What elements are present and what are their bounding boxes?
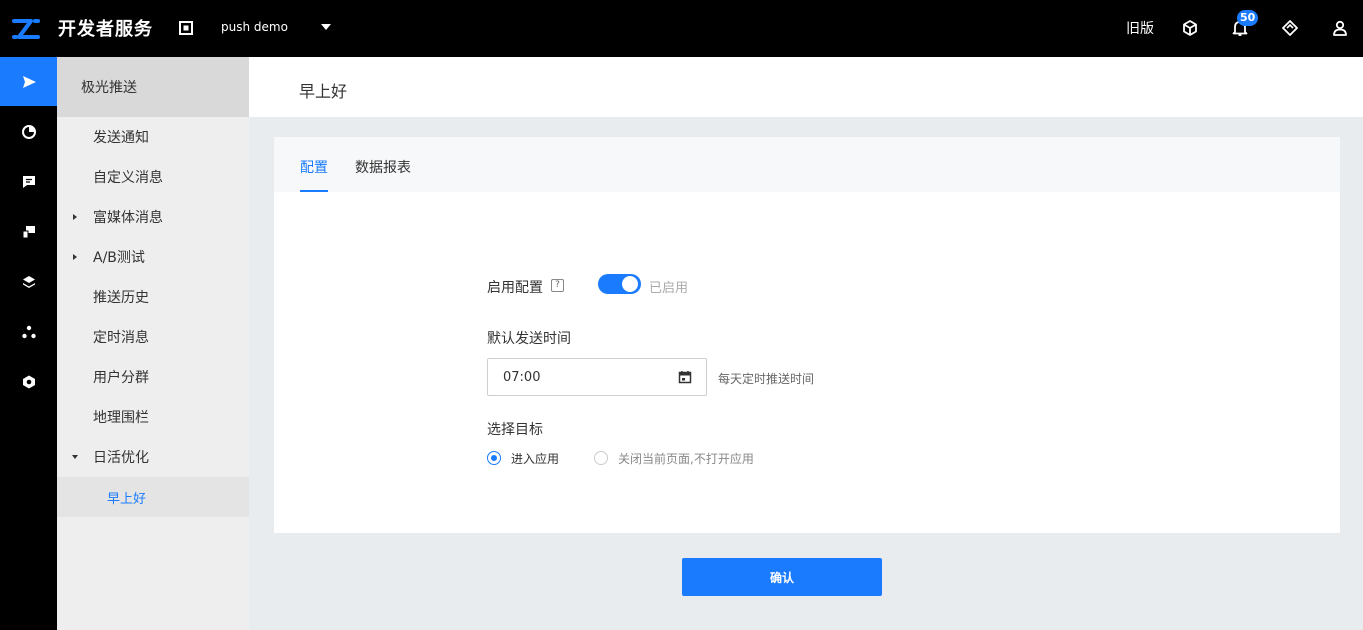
chevron-right-icon bbox=[73, 254, 77, 260]
nav-item-push-history[interactable]: 推送历史 bbox=[57, 277, 249, 317]
toggle-knob bbox=[622, 276, 638, 292]
tab-config[interactable]: 配置 bbox=[300, 157, 328, 177]
config-card: 配置 数据报表 启用配置 ? 已启用 默认发送时间 07:00 每天定时推送时间… bbox=[274, 137, 1340, 533]
radio-close-page[interactable] bbox=[594, 451, 608, 465]
page-header: 早上好 bbox=[249, 57, 1363, 117]
nav-item-custom-message[interactable]: 自定义消息 bbox=[57, 157, 249, 197]
radio-open-app[interactable] bbox=[487, 451, 501, 465]
message-icon bbox=[22, 175, 35, 188]
hexagon-settings-icon bbox=[22, 375, 35, 388]
nav-item-label: 日活优化 bbox=[93, 450, 149, 466]
send-time-value: 07:00 bbox=[503, 370, 541, 385]
nav-item-label: 自定义消息 bbox=[93, 170, 163, 186]
help-icon[interactable]: ? bbox=[551, 279, 564, 292]
chevron-down-icon bbox=[72, 455, 78, 459]
app-selector-label[interactable]: push demo bbox=[221, 20, 288, 34]
nav-item-label: 用户分群 bbox=[93, 370, 149, 386]
chart-pie-icon bbox=[21, 124, 36, 139]
nav-item-geofence[interactable]: 地理围栏 bbox=[57, 397, 249, 437]
nav-item-label: 早上好 bbox=[107, 491, 147, 507]
nav-item-ab-test[interactable]: A/B测试 bbox=[57, 237, 249, 277]
rail-item-push[interactable] bbox=[0, 57, 57, 106]
chevron-down-icon[interactable] bbox=[321, 23, 331, 31]
layers-icon bbox=[22, 275, 35, 288]
sub-navigation: 极光推送 发送通知 自定义消息 富媒体消息 A/B测试 推送历史 定时消息 用户… bbox=[57, 57, 249, 630]
nav-item-label: 地理围栏 bbox=[93, 410, 149, 426]
user-icon[interactable] bbox=[1331, 19, 1349, 37]
subnav-title[interactable]: 极光推送 bbox=[57, 57, 249, 117]
radio-close-page-label[interactable]: 关闭当前页面,不打开应用 bbox=[618, 450, 754, 467]
notification-badge: 50 bbox=[1237, 10, 1259, 26]
calendar-icon[interactable] bbox=[678, 370, 692, 384]
brand-title[interactable]: 开发者服务 bbox=[58, 15, 153, 41]
chevron-right-icon bbox=[73, 214, 77, 220]
target-label: 选择目标 bbox=[487, 422, 543, 438]
nav-item-label: 推送历史 bbox=[93, 290, 149, 306]
icon-rail bbox=[0, 57, 57, 630]
diamond-icon[interactable] bbox=[1281, 19, 1299, 37]
confirm-button[interactable]: 确认 bbox=[682, 558, 882, 596]
send-time-hint: 每天定时推送时间 bbox=[718, 372, 815, 386]
rail-item-message[interactable] bbox=[0, 157, 57, 206]
nav-item-good-morning[interactable]: 早上好 bbox=[57, 477, 249, 517]
tab-data-report[interactable]: 数据报表 bbox=[355, 157, 411, 177]
logo-icon[interactable] bbox=[11, 15, 41, 43]
nav-item-label: A/B测试 bbox=[93, 250, 145, 266]
cube-icon[interactable] bbox=[1181, 19, 1199, 37]
rail-item-nodes[interactable] bbox=[0, 307, 57, 356]
app-icon bbox=[179, 21, 193, 35]
page-title: 早上好 bbox=[299, 82, 348, 101]
rail-item-layers[interactable] bbox=[0, 257, 57, 306]
send-time-label: 默认发送时间 bbox=[487, 331, 571, 347]
nav-item-label: 富媒体消息 bbox=[93, 210, 163, 226]
nodes-icon bbox=[21, 325, 36, 338]
devices-icon bbox=[22, 225, 35, 238]
enable-toggle[interactable] bbox=[598, 274, 641, 294]
tab-bar: 配置 数据报表 bbox=[274, 137, 1340, 192]
nav-item-dau-optimization[interactable]: 日活优化 bbox=[57, 437, 249, 477]
nav-item-send-notification[interactable]: 发送通知 bbox=[57, 117, 249, 157]
nav-item-scheduled-message[interactable]: 定时消息 bbox=[57, 317, 249, 357]
radio-open-app-label[interactable]: 进入应用 bbox=[511, 450, 559, 467]
enable-status-text: 已启用 bbox=[649, 281, 689, 296]
old-version-link[interactable]: 旧版 bbox=[1126, 18, 1154, 38]
rail-item-devices[interactable] bbox=[0, 207, 57, 256]
nav-item-label: 发送通知 bbox=[93, 130, 149, 146]
active-tab-indicator bbox=[300, 190, 328, 192]
send-time-picker[interactable]: 07:00 bbox=[487, 358, 707, 396]
send-icon bbox=[22, 75, 36, 88]
nav-item-label: 定时消息 bbox=[93, 330, 149, 346]
top-bar: 开发者服务 push demo 旧版 50 bbox=[0, 0, 1363, 57]
rail-item-statistics[interactable] bbox=[0, 107, 57, 156]
nav-item-user-segment[interactable]: 用户分群 bbox=[57, 357, 249, 397]
rail-item-settings[interactable] bbox=[0, 357, 57, 406]
nav-item-rich-media[interactable]: 富媒体消息 bbox=[57, 197, 249, 237]
enable-config-label: 启用配置 bbox=[487, 280, 543, 296]
